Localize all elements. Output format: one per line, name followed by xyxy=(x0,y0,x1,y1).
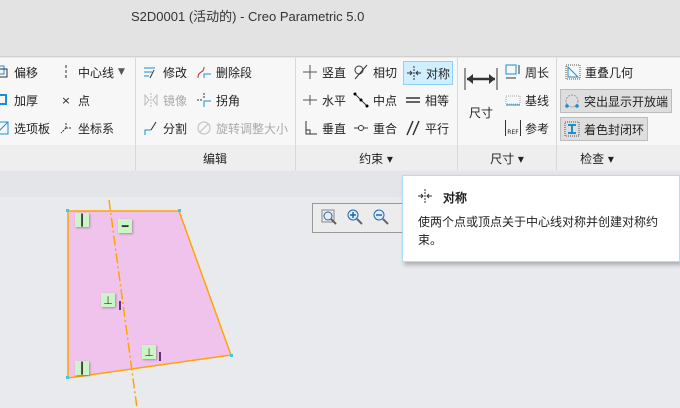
perpendicular-constraint-marker[interactable]: ⊥ xyxy=(142,345,156,359)
zoom-fit-icon[interactable] xyxy=(321,209,337,228)
zoom-out-icon[interactable] xyxy=(373,209,389,228)
horizontal-constraint-marker[interactable]: ━ xyxy=(118,219,132,233)
tooltip: 对称 使两个点或顶点关于中心线对称并创建对称约束。 xyxy=(402,175,680,262)
view-toolbar xyxy=(312,203,408,233)
perpendicular-constraint-marker[interactable]: ⊥ xyxy=(101,293,115,307)
zoom-in-icon[interactable] xyxy=(347,209,363,228)
tooltip-body: 使两个点或顶点关于中心线对称并创建对称约束。 xyxy=(418,215,659,247)
vertical-constraint-marker[interactable]: ┃ xyxy=(75,213,89,227)
symmetric-icon xyxy=(417,188,433,207)
vertical-constraint-marker[interactable]: ┃ xyxy=(75,361,89,375)
tooltip-title: 对称 xyxy=(443,191,468,205)
